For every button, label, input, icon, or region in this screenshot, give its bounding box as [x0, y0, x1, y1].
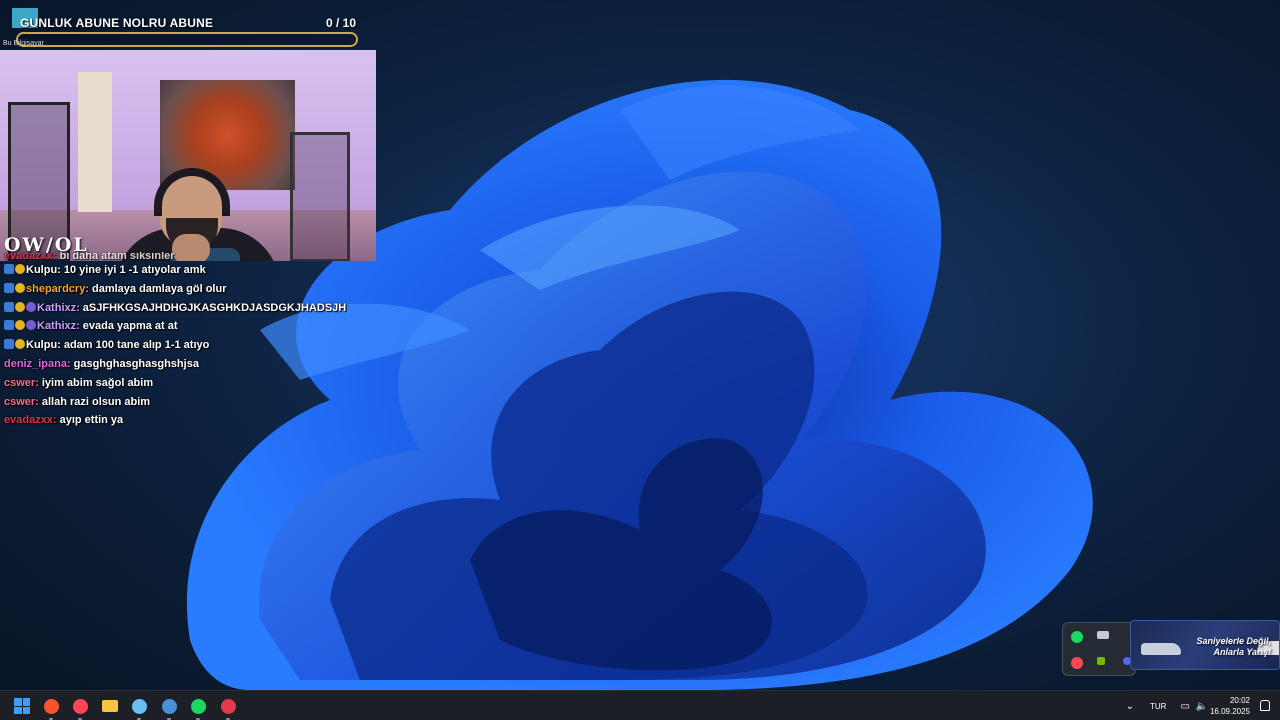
chat-text: aSJFHKGSAJHDHGJKASGHKDJASDGKJHADSJH: [82, 301, 347, 314]
mail-icon: [220, 698, 236, 714]
globe-icon: [161, 698, 177, 714]
promo-text: Saniyelerle Değil, Anlarla Yarış!: [1151, 636, 1271, 658]
mail-button[interactable]: [217, 695, 239, 720]
chat-overlay: evadazxx: bi daha atam siksinler Kulpu: 10 …: [0, 252, 380, 430]
steam-icon: [131, 698, 147, 714]
chat-username: cswer:: [4, 395, 39, 408]
chat-username: evadazxx:: [4, 414, 57, 427]
taskbar: ⌄ TUR ▭ 🔈 20:02 16.09.2025: [0, 690, 1280, 720]
chat-username: Kathixz:: [37, 301, 80, 314]
brave-lion-icon: [43, 698, 59, 714]
promo-line1: Saniyelerle Değil,: [1196, 636, 1271, 646]
prime-badge-icon: [4, 264, 14, 274]
webcam-shelf-right: [290, 132, 350, 261]
chat-text: allah razi olsun abim: [41, 395, 151, 408]
chat-text: evada yapma at at: [82, 320, 178, 333]
steam-button[interactable]: [128, 695, 150, 720]
chat-message: deniz_ipana: gasghghasghasghshjsa: [0, 355, 380, 374]
spotify-button[interactable]: [187, 695, 209, 720]
brave-browser-button[interactable]: [40, 695, 62, 720]
webcam-overlay: OW/OL: [0, 50, 376, 261]
prime-badge-icon: [4, 301, 14, 312]
language-indicator[interactable]: TUR: [1150, 702, 1166, 711]
start-button[interactable]: [11, 695, 33, 717]
chat-text: gasghghasghasghshjsa: [73, 357, 199, 370]
sub-goal-progress-bar: [16, 32, 358, 47]
system-tray: ⌄ TUR ▭ 🔈: [1124, 691, 1209, 720]
nvidia-tray-icon[interactable]: [1097, 657, 1105, 665]
vip-badge-icon: [26, 301, 36, 312]
app-tray-icon[interactable]: [1097, 631, 1109, 639]
sub-goal-widget: GUNLUK ABUNE NOLRU ABUNE 0 / 10 Bu Bilgi…: [3, 8, 360, 50]
promo-banner[interactable]: Saniyelerle Değil, Anlarla Yarış!: [1130, 620, 1280, 670]
chat-message: Kathixz: evada yapma at at: [0, 317, 380, 336]
file-explorer-button[interactable]: [99, 695, 121, 717]
chat-username: evadazxx:: [4, 252, 57, 261]
chat-message: cswer: allah razi olsun abim: [0, 393, 380, 412]
riot-pin-icon: [72, 698, 88, 714]
sub-goal-small-text: Bu Bilgisayar: [3, 40, 44, 47]
sub-badge-icon: [15, 264, 25, 274]
sub-badge-icon: [15, 339, 25, 350]
chat-username: deniz_ipana:: [4, 357, 71, 370]
sub-goal-title: GUNLUK ABUNE NOLRU ABUNE: [20, 16, 214, 30]
folder-icon: [102, 700, 118, 712]
chat-message: Kulpu: 10 yine iyi 1 -1 atıyolar amk: [0, 261, 380, 280]
chat-username: Kulpu:: [26, 339, 61, 352]
tray-overflow-chevron-icon[interactable]: ⌄: [1124, 701, 1136, 712]
chat-message: shepardcry: damlaya damlaya göl olur: [0, 280, 380, 299]
chat-message: Kathixz: aSJFHKGSAJHDHGJKASGHKDJASDGKJHAD…: [0, 299, 380, 318]
promo-line2: Anlarla Yarış!: [1213, 647, 1271, 657]
valorant-tray-icon[interactable]: [1071, 657, 1083, 669]
chat-message: Kulpu: adam 100 tane alıp 1-1 atıyo: [0, 336, 380, 355]
prime-badge-icon: [4, 282, 14, 293]
chat-text: 10 yine iyi 1 -1 atıyolar amk: [63, 264, 206, 276]
network-icon[interactable]: ▭: [1180, 701, 1189, 712]
chat-message: cswer: iyim abim sağol abim: [0, 374, 380, 393]
valorant-launcher-button[interactable]: [69, 695, 91, 720]
chat-username: shepardcry:: [26, 282, 89, 295]
clock-date: 16.09.2025: [1209, 707, 1250, 716]
chat-username: Kathixz:: [37, 320, 80, 333]
sub-goal-count: 0 / 10: [325, 16, 356, 30]
sub-badge-icon: [15, 282, 25, 293]
sub-badge-icon: [15, 320, 25, 331]
taskbar-clock[interactable]: 20:02 16.09.2025: [1210, 695, 1250, 717]
prime-badge-icon: [4, 320, 14, 331]
chat-username: Kulpu:: [26, 264, 61, 276]
chat-username: cswer:: [4, 376, 39, 389]
chat-text: ayıp ettin ya: [59, 414, 124, 427]
chat-text: damlaya damlaya göl olur: [91, 282, 227, 295]
windows-logo-icon: [14, 698, 30, 714]
prime-badge-icon: [4, 339, 14, 350]
spotify-tray-icon[interactable]: [1071, 631, 1083, 643]
clock-time: 20:02: [1229, 696, 1250, 705]
webcam-door: [78, 72, 112, 212]
chat-text: adam 100 tane alıp 1-1 atıyo: [63, 339, 210, 352]
notification-bell-icon[interactable]: [1260, 700, 1270, 711]
tray-overflow-flyout: [1062, 622, 1136, 676]
chat-text: iyim abim sağol abim: [41, 376, 154, 389]
browser-button[interactable]: [158, 695, 180, 720]
volume-icon[interactable]: 🔈: [1196, 701, 1208, 712]
sub-badge-icon: [15, 301, 25, 312]
chat-message: evadazxx: bi daha atam siksinler: [0, 252, 380, 261]
chat-text: bi daha atam siksinler: [59, 252, 175, 261]
vip-badge-icon: [26, 320, 36, 331]
spotify-icon: [190, 698, 206, 714]
chat-message: evadazxx: ayıp ettin ya: [0, 411, 380, 430]
